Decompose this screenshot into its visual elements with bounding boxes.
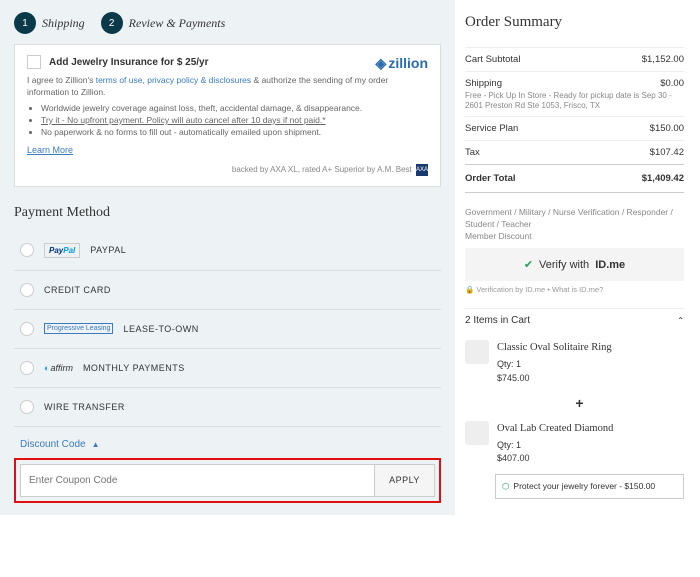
coupon-input[interactable] (20, 464, 375, 497)
row-subtotal: Cart Subtotal$1,152.00 (465, 47, 684, 71)
radio-lease[interactable] (20, 322, 34, 336)
privacy-link[interactable]: privacy policy & disclosures (147, 75, 251, 85)
affirm-badge: affirm (44, 363, 73, 373)
radio-wire[interactable] (20, 400, 34, 414)
radio-credit[interactable] (20, 283, 34, 297)
payment-monthly[interactable]: affirm MONTHLY PAYMENTS (14, 349, 441, 388)
step-shipping[interactable]: 1 Shipping (14, 12, 85, 34)
coupon-highlight: APPLY (14, 458, 441, 503)
plus-icon: + (475, 395, 684, 411)
cart-item: Classic Oval Solitaire Ring Qty: 1 $745.… (465, 332, 684, 393)
progressive-badge: Progressive Leasing (44, 323, 113, 334)
row-tax: Tax$107.42 (465, 140, 684, 164)
step-review-payments[interactable]: 2 Review & Payments (101, 12, 226, 34)
chevron-up-icon: ▲ (92, 440, 100, 449)
verify-footnote: 🔒 Verification by ID.me • What is ID.me? (465, 285, 684, 294)
radio-paypal[interactable] (20, 243, 34, 257)
apply-button[interactable]: APPLY (375, 464, 435, 497)
payment-lease[interactable]: Progressive Leasing LEASE-TO-OWN (14, 310, 441, 349)
insurance-agreement: I agree to Zillion's terms of use, priva… (27, 75, 428, 99)
paypal-badge: PayPal (44, 243, 80, 258)
verify-note: Government / Military / Nurse Verificati… (465, 207, 684, 243)
checkout-steps: 1 Shipping 2 Review & Payments (14, 12, 441, 34)
insurance-checkbox[interactable] (27, 55, 41, 69)
axa-badge: AXA (416, 164, 428, 176)
protect-jewelry-link[interactable]: ⬡ Protect your jewelry forever - $150.00 (495, 474, 684, 499)
zillion-logo: zillion (376, 55, 428, 72)
payment-wire[interactable]: WIRE TRANSFER (14, 388, 441, 427)
item-thumbnail (465, 421, 489, 445)
ins-bullet: Worldwide jewelry coverage against loss,… (41, 103, 428, 113)
cart-items-toggle[interactable]: 2 Items in Cart ⌃ (465, 308, 684, 332)
item-thumbnail (465, 340, 489, 364)
discount-code-toggle[interactable]: Discount Code ▲ (20, 439, 441, 450)
verify-idme-button[interactable]: ✔ Verify with ID.me (465, 248, 684, 281)
ins-bullet: Try it - No upfront payment. Policy will… (41, 115, 428, 125)
backed-by: backed by AXA XL, rated A+ Superior by A… (27, 164, 428, 176)
ins-bullet: No paperwork & no forms to fill out - au… (41, 127, 428, 137)
learn-more-link[interactable]: Learn More (27, 145, 73, 155)
radio-monthly[interactable] (20, 361, 34, 375)
check-icon: ✔ (524, 258, 533, 271)
payment-paypal[interactable]: PayPal PAYPAL (14, 231, 441, 271)
cart-item: Oval Lab Created Diamond Qty: 1 $407.00 (465, 413, 684, 474)
shipping-detail: Free - Pick Up In Store - Ready for pick… (465, 91, 684, 112)
row-order-total: Order Total$1,409.42 (465, 164, 684, 193)
row-service-plan: Service Plan$150.00 (465, 116, 684, 140)
order-summary-title: Order Summary (465, 14, 684, 37)
payment-method-title: Payment Method (14, 205, 441, 221)
shield-icon: ⬡ (502, 481, 509, 492)
insurance-title: Add Jewelry Insurance for $ 25/yr (49, 57, 209, 68)
chevron-up-icon: ⌃ (677, 316, 684, 325)
insurance-widget: Add Jewelry Insurance for $ 25/yr zillio… (14, 44, 441, 187)
terms-link[interactable]: terms of use (96, 75, 143, 85)
payment-credit-card[interactable]: CREDIT CARD (14, 271, 441, 310)
